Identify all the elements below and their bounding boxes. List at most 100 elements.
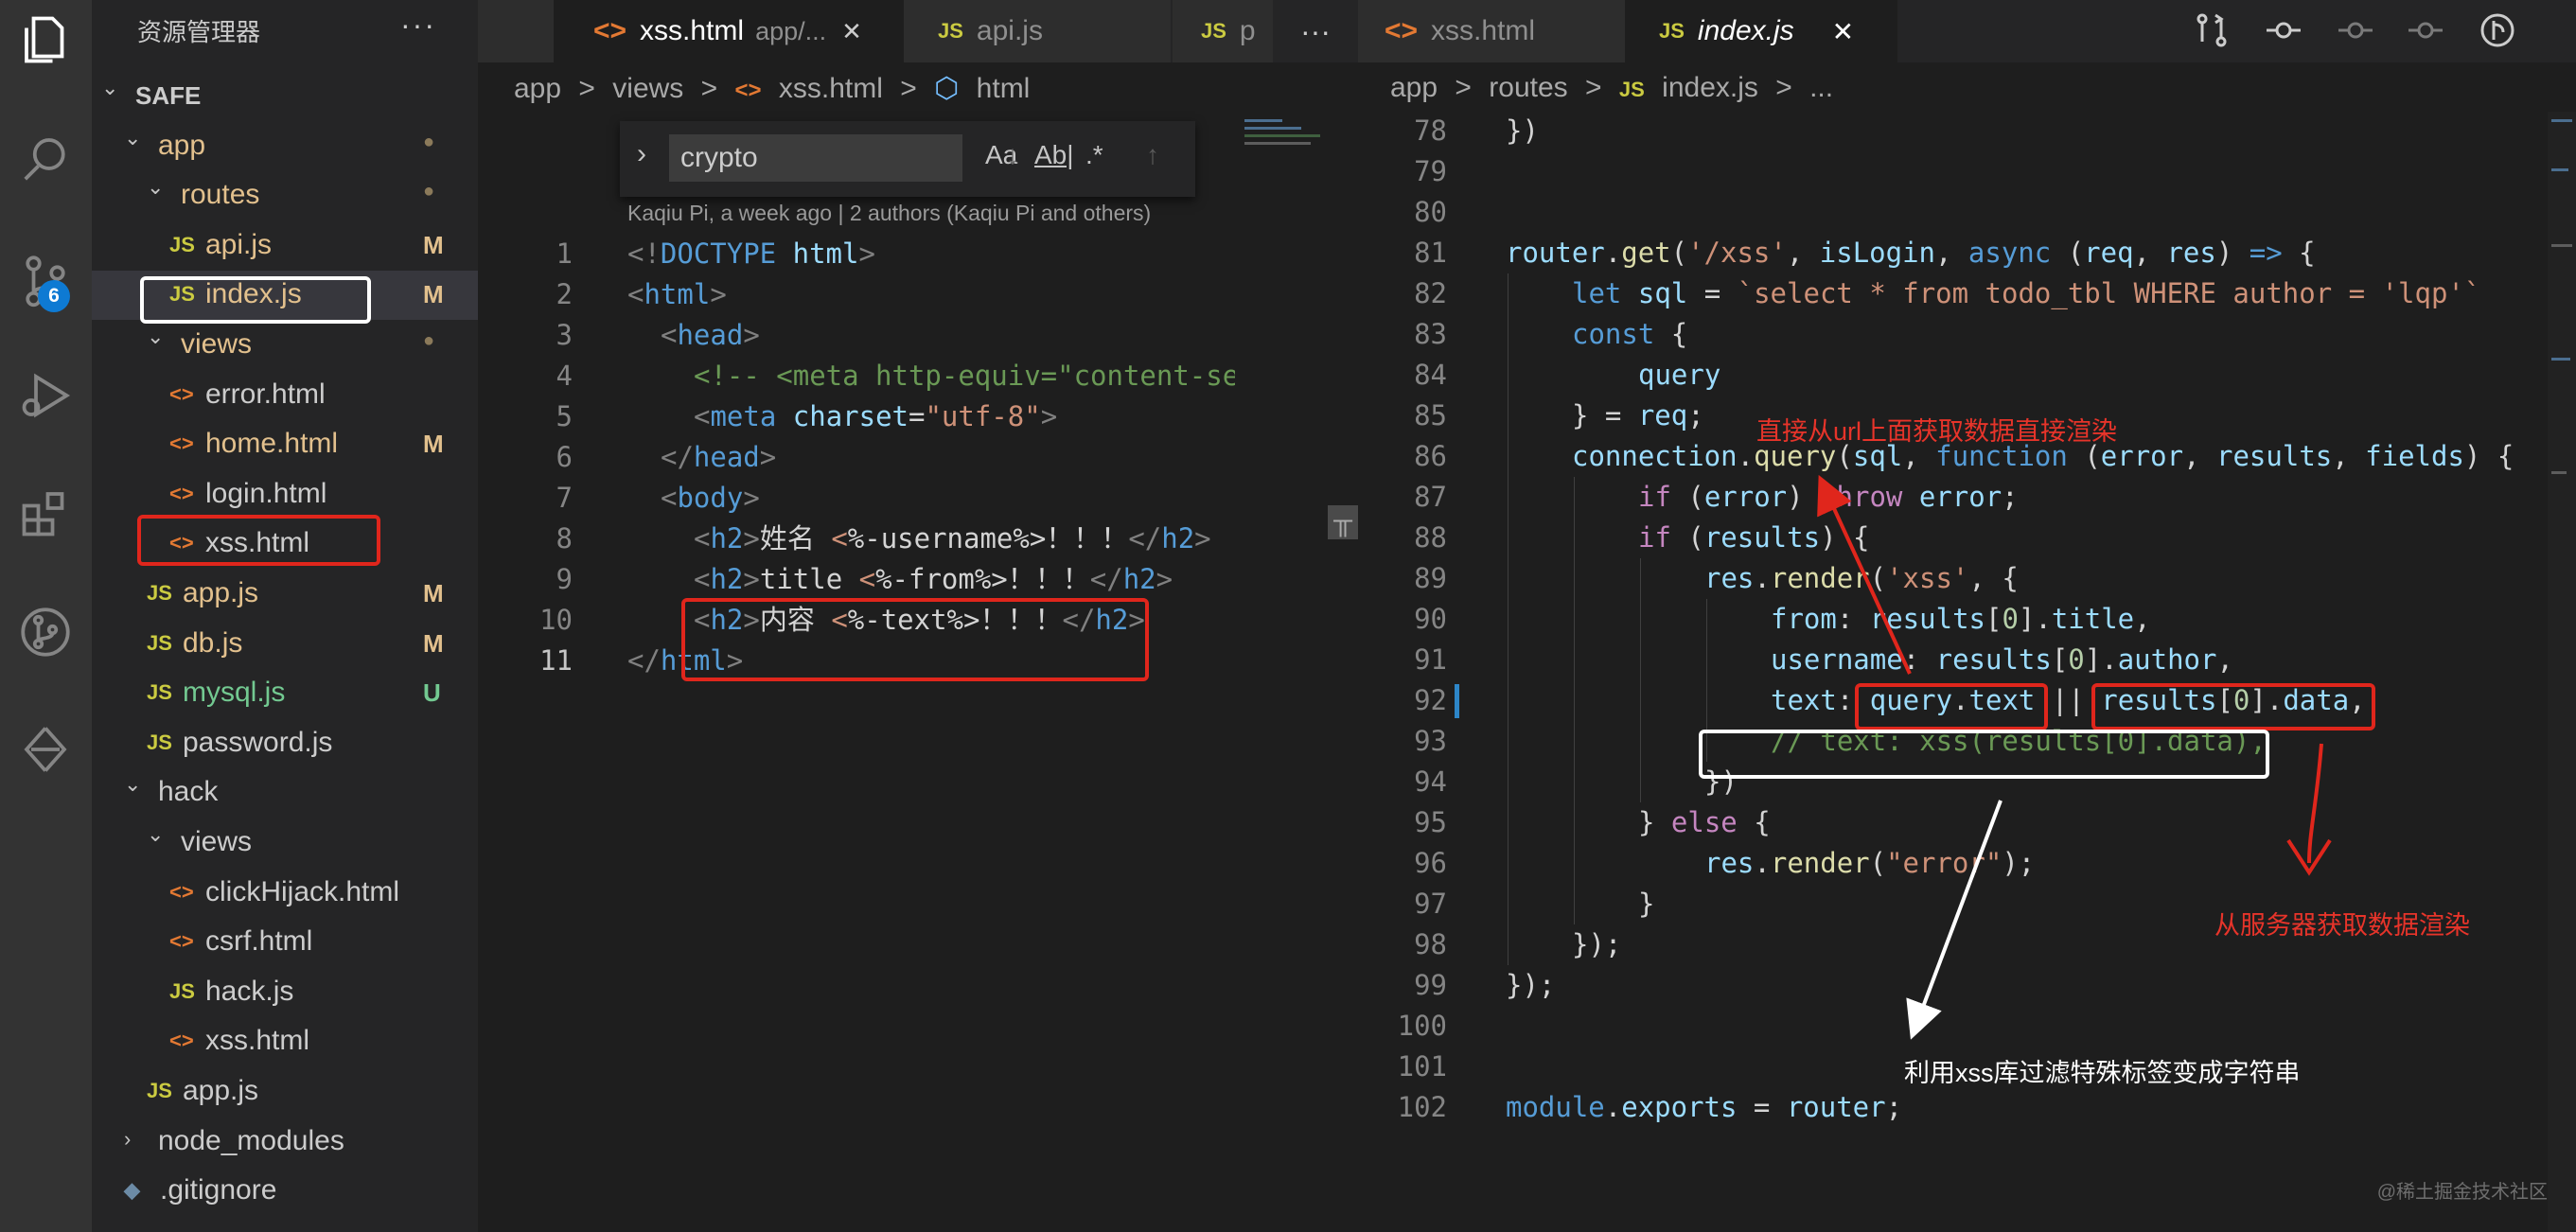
code-line[interactable]: router.get('/xss', isLogin, async (req, …: [1506, 233, 2316, 273]
tree-item[interactable]: ◆ .gitignore: [92, 1167, 478, 1216]
explorer-more-button[interactable]: ···: [400, 8, 436, 43]
element-icon: ⬡: [934, 73, 960, 104]
chevron-down-icon[interactable]: ⌄: [147, 822, 164, 847]
breadcrumb-item[interactable]: views: [612, 73, 683, 104]
code-line[interactable]: res.render('xss', {: [1704, 558, 2019, 599]
git-lens-icon[interactable]: [2479, 11, 2516, 54]
code-line[interactable]: res.render("error");: [1704, 843, 2035, 884]
watermark: @稀土掘金技术社区: [2376, 1182, 2548, 1203]
tree-item[interactable]: <> xss.html: [92, 1017, 478, 1066]
code-line[interactable]: });: [1506, 965, 1555, 1006]
breadcrumb-item[interactable]: html: [977, 73, 1031, 104]
previous-match-icon[interactable]: ↑: [1146, 140, 1159, 170]
run-debug-icon[interactable]: [13, 363, 78, 428]
tab-label: p: [1239, 15, 1256, 46]
tree-item[interactable]: <> home.html M: [92, 420, 478, 469]
chevron-right-icon[interactable]: ›: [124, 1127, 131, 1152]
toggle-replace-icon[interactable]: ›: [637, 138, 646, 170]
code-line[interactable]: <meta charset="utf-8">: [694, 396, 1057, 437]
tree-item[interactable]: JS app.js: [92, 1067, 478, 1117]
open-changes-icon[interactable]: [2193, 11, 2231, 54]
chevron-down-icon[interactable]: ⌄: [147, 325, 164, 349]
breadcrumb-item[interactable]: index.js: [1662, 72, 1758, 103]
git-next-icon[interactable]: [2407, 11, 2444, 54]
tree-item[interactable]: ⌄ routes ●: [92, 171, 478, 220]
code-line[interactable]: <!-- <meta http-equiv="content-se: [694, 356, 1239, 396]
extensions-icon[interactable]: [13, 481, 78, 545]
tree-item[interactable]: <> clickHijack.html: [92, 869, 478, 918]
tree-item[interactable]: ⌄ hack: [92, 768, 478, 818]
tab-more-button[interactable]: ···: [1273, 0, 1358, 62]
code-line[interactable]: <h2>姓名 <%-username%>！！！</h2>: [694, 519, 1211, 559]
tab-xss-html[interactable]: <> xss.html app/... ✕: [554, 0, 904, 62]
tree-item[interactable]: ⌄ SAFE: [92, 72, 478, 121]
git-graph-icon[interactable]: [13, 600, 78, 664]
code-line[interactable]: let sql = `select * from todo_tbl WHERE …: [1572, 273, 2480, 314]
breadcrumb-item[interactable]: ...: [1809, 72, 1833, 103]
code-line[interactable]: module.exports = router;: [1506, 1087, 1902, 1128]
git-blame-codelens[interactable]: Kaqiu Pi, a week ago | 2 authors (Kaqiu …: [627, 201, 1151, 226]
breadcrumb-item[interactable]: app: [514, 73, 561, 104]
code-line[interactable]: <!DOCTYPE html>: [627, 234, 875, 274]
tree-item[interactable]: JS mysql.js U: [92, 669, 478, 718]
tree-item[interactable]: <> csrf.html: [92, 918, 478, 967]
tree-item[interactable]: ⌄ views: [92, 818, 478, 868]
code-line[interactable]: }: [1638, 884, 1654, 924]
explorer-icon[interactable]: [13, 8, 78, 72]
chevron-down-icon[interactable]: ⌄: [124, 772, 141, 797]
code-line[interactable]: });: [1572, 924, 1621, 965]
chevron-down-icon[interactable]: ⌄: [124, 126, 141, 150]
match-whole-word-button[interactable]: Ab|: [1034, 140, 1074, 170]
code-line[interactable]: const {: [1572, 314, 1687, 355]
code-line[interactable]: </head>: [661, 437, 776, 478]
git-status-badge: ●: [423, 330, 435, 351]
code-line[interactable]: query: [1638, 355, 1720, 396]
tree-item[interactable]: JS password.js: [92, 719, 478, 768]
tree-item[interactable]: JS hack.js: [92, 968, 478, 1017]
close-icon[interactable]: ✕: [841, 17, 862, 46]
git-previous-icon[interactable]: [2337, 11, 2374, 54]
tree-item[interactable]: ⌄ app ●: [92, 122, 478, 171]
tree-item[interactable]: JS app.js M: [92, 570, 478, 619]
code-line[interactable]: <html>: [627, 274, 727, 315]
chevron-down-icon[interactable]: ⌄: [101, 76, 118, 100]
code-line[interactable]: } else {: [1638, 802, 1771, 843]
left-minimap[interactable]: [1235, 112, 1358, 1232]
breadcrumb-item[interactable]: app: [1390, 72, 1438, 103]
tab-api-js[interactable]: JS api.js: [904, 0, 1171, 62]
tree-item[interactable]: <> error.html: [92, 371, 478, 420]
git-commit-icon[interactable]: [2265, 11, 2303, 54]
tree-item-label: .gitignore: [160, 1174, 277, 1206]
js-file-icon: JS: [169, 233, 195, 256]
close-icon[interactable]: ✕: [1832, 16, 1854, 47]
code-line[interactable]: <head>: [661, 315, 760, 356]
tab-index-js[interactable]: JS index.js ✕: [1625, 0, 1897, 62]
search-icon[interactable]: [13, 127, 78, 191]
tree-item[interactable]: JS api.js M: [92, 221, 478, 271]
code-line[interactable]: if (error) throw error;: [1638, 477, 2019, 518]
code-line[interactable]: <body>: [661, 478, 760, 519]
breadcrumb-item[interactable]: routes: [1489, 72, 1567, 103]
remote-icon[interactable]: [13, 717, 78, 782]
tree-item[interactable]: › node_modules: [92, 1118, 478, 1167]
code-line[interactable]: }): [1506, 111, 1539, 151]
code-line[interactable]: if (results) {: [1638, 518, 1869, 558]
tree-item[interactable]: <> login.html: [92, 470, 478, 519]
right-minimap[interactable]: [2548, 112, 2576, 1232]
line-number: 9: [556, 563, 573, 595]
html-file-icon: <>: [734, 78, 762, 103]
tab-xss-html[interactable]: <> xss.html: [1358, 0, 1625, 62]
tree-item[interactable]: JS db.js M: [92, 620, 478, 669]
git-status-badge: M: [423, 231, 444, 259]
code-line[interactable]: username: results[0].author,: [1771, 640, 2233, 680]
tree-item[interactable]: ⌄ views ●: [92, 321, 478, 370]
breadcrumb-item[interactable]: xss.html: [779, 73, 883, 104]
code-line[interactable]: } = req;: [1572, 396, 1704, 436]
code-line[interactable]: <h2>title <%-from%>！！！</h2>: [694, 559, 1173, 600]
use-regex-button[interactable]: .*: [1085, 140, 1103, 170]
chevron-down-icon[interactable]: ⌄: [147, 175, 164, 200]
split-sash-icon[interactable]: ╥: [1328, 505, 1358, 539]
find-input[interactable]: crypto: [669, 134, 962, 182]
code-line[interactable]: from: results[0].title,: [1771, 599, 2151, 640]
next-match-icon[interactable]: ↓: [1006, 140, 1019, 170]
